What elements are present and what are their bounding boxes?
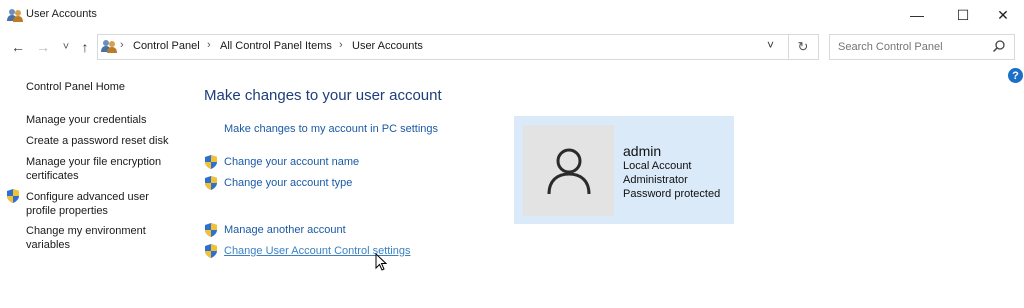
sidebar-item-advanced-profile[interactable]: Configure advanced user profile properti… (26, 190, 166, 218)
change-account-type-link[interactable]: Change your account type (224, 177, 352, 189)
up-arrow-icon[interactable]: ↑ (77, 38, 93, 56)
breadcrumb-user-accounts[interactable]: User Accounts (352, 40, 423, 52)
sidebar-item-file-encryption[interactable]: Manage your file encryption certificates (26, 155, 176, 183)
title-bar (0, 0, 1024, 30)
breadcrumb-control-panel[interactable]: Control Panel (133, 40, 200, 52)
account-type: Local Account (623, 160, 692, 172)
help-icon[interactable]: ? (1008, 68, 1023, 83)
window-title: User Accounts (26, 8, 97, 20)
breadcrumb-separator-icon: › (339, 39, 343, 51)
uac-shield-icon (205, 155, 217, 169)
uac-shield-icon (7, 189, 19, 203)
close-button[interactable]: ✕ (980, 0, 1024, 30)
sidebar-item-environment-variables[interactable]: Change my environment variables (26, 224, 166, 252)
breadcrumb-separator-icon: › (207, 39, 211, 51)
back-arrow-icon[interactable]: ← (10, 38, 26, 56)
user-name: admin (623, 143, 662, 159)
address-dropdown-chevron-icon[interactable]: ˅ (767, 38, 774, 52)
sidebar-item-password-reset-disk[interactable]: Create a password reset disk (26, 134, 168, 148)
sidebar-item-control-panel-home[interactable]: Control Panel Home (26, 80, 125, 94)
manage-another-account-link[interactable]: Manage another account (224, 224, 346, 236)
minimize-button[interactable]: — (894, 0, 940, 30)
uac-shield-icon (205, 244, 217, 258)
uac-shield-icon (205, 176, 217, 190)
users-icon (7, 9, 23, 22)
password-status: Password protected (623, 188, 721, 200)
recent-locations-chevron-icon[interactable]: ˅ (58, 38, 74, 56)
account-role: Administrator (623, 174, 688, 186)
change-account-name-link[interactable]: Change your account name (224, 156, 359, 168)
page-title: Make changes to your user account (204, 87, 442, 104)
breadcrumb-separator-icon: › (120, 39, 124, 51)
address-bar[interactable] (97, 34, 789, 60)
refresh-icon[interactable]: ↻ (788, 34, 819, 60)
search-input[interactable] (836, 36, 990, 58)
pc-settings-link[interactable]: Make changes to my account in PC setting… (224, 123, 438, 135)
breadcrumb-all-items[interactable]: All Control Panel Items (220, 40, 332, 52)
uac-shield-icon (205, 223, 217, 237)
control-panel-users-icon (101, 40, 117, 53)
mouse-cursor-icon (375, 253, 387, 271)
search-box[interactable] (829, 34, 1015, 60)
forward-arrow-icon[interactable]: → (35, 38, 51, 56)
search-icon[interactable] (993, 40, 1005, 52)
user-avatar-icon (547, 148, 591, 195)
sidebar-item-manage-credentials[interactable]: Manage your credentials (26, 113, 146, 127)
